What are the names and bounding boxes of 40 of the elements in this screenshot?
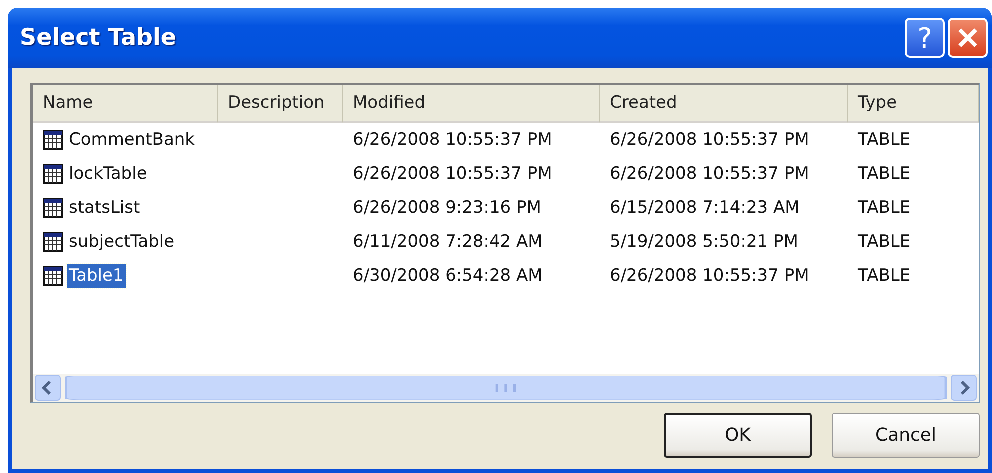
table-icon xyxy=(43,198,63,218)
table-icon xyxy=(43,130,63,150)
table-name[interactable]: statsList xyxy=(67,196,142,220)
table-cell-text: TABLE xyxy=(857,129,912,152)
column-header[interactable]: Created xyxy=(600,85,848,123)
table-icon xyxy=(43,232,63,252)
close-button[interactable] xyxy=(948,18,988,58)
window-title: Select Table xyxy=(20,25,178,51)
table-cell-text: TABLE xyxy=(857,231,912,254)
column-header[interactable]: Type xyxy=(848,85,979,123)
table-cell-text: 6/26/2008 10:55:37 PM xyxy=(352,129,554,152)
table-name[interactable]: lockTable xyxy=(67,162,150,186)
table-cell-text: TABLE xyxy=(857,265,912,288)
table-name[interactable]: Table1 xyxy=(67,264,126,288)
table-cell-text: 6/11/2008 7:28:42 AM xyxy=(352,231,544,254)
table-name[interactable]: CommentBank xyxy=(67,128,197,152)
column-header[interactable]: Modified xyxy=(343,85,600,123)
table-cell-text: 6/26/2008 10:55:37 PM xyxy=(609,163,810,186)
table-cell-text: 6/26/2008 10:55:37 PM xyxy=(609,129,810,152)
table-cell-text: 6/26/2008 10:55:37 PM xyxy=(352,163,554,186)
column-header[interactable]: Name xyxy=(33,85,218,123)
ok-button[interactable]: OK xyxy=(664,413,812,458)
table-cell-text: TABLE xyxy=(857,197,912,220)
scroll-left-icon[interactable] xyxy=(35,375,61,401)
close-icon xyxy=(956,26,980,50)
table-icon xyxy=(43,266,63,286)
table-cell-text: TABLE xyxy=(857,163,912,186)
table-cell-text: 6/15/2008 7:14:23 AM xyxy=(609,197,801,220)
table-cell-text: 6/30/2008 6:54:28 AM xyxy=(352,265,544,288)
table-cell-text: 6/26/2008 10:55:37 PM xyxy=(609,265,810,288)
table-cell-text: 6/26/2008 9:23:16 PM xyxy=(352,197,542,220)
cancel-button[interactable]: Cancel xyxy=(832,413,980,458)
help-button[interactable]: ? xyxy=(905,18,945,58)
scroll-thumb[interactable] xyxy=(65,376,947,400)
column-header[interactable]: Description xyxy=(218,85,343,123)
table-cell-text: 5/19/2008 5:50:21 PM xyxy=(609,231,800,254)
table-icon xyxy=(43,164,63,184)
table-name[interactable]: subjectTable xyxy=(67,230,177,254)
horizontal-scrollbar[interactable] xyxy=(33,374,979,402)
scroll-right-icon[interactable] xyxy=(951,375,977,401)
